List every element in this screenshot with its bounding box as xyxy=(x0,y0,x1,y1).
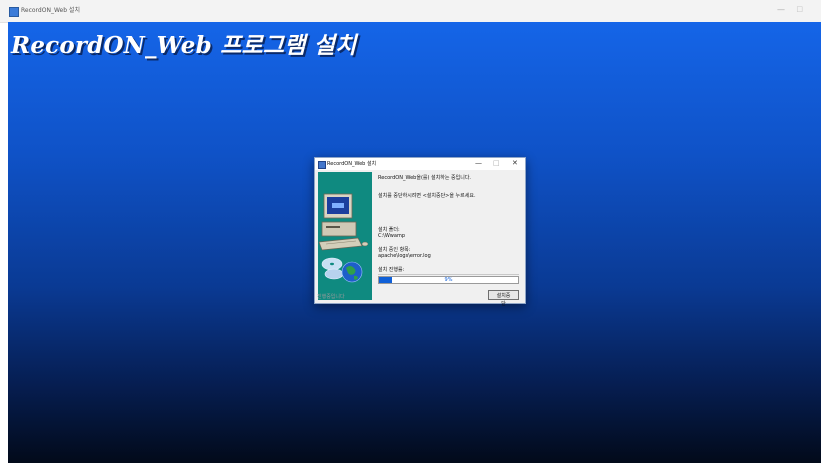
cancel-hint-message: 설치를 중단하시려면 <설치중단>을 누르세요. xyxy=(378,193,476,199)
app-icon xyxy=(9,7,19,17)
status-footer: 진행중입니다 xyxy=(317,294,345,300)
install-progress-bar: 9% xyxy=(378,276,519,284)
progress-label: 설치 진행률: xyxy=(378,267,405,273)
installer-side-panel xyxy=(318,172,372,300)
dialog-minimize-button[interactable]: — xyxy=(475,159,482,168)
window-minimize-button[interactable]: — xyxy=(777,5,785,14)
dialog-app-icon xyxy=(318,161,326,169)
dialog-titlebar: RecordON_Web 설치 — □ ✕ xyxy=(315,158,525,170)
dialog-maximize-button: □ xyxy=(493,159,500,167)
computer-installer-icon xyxy=(318,193,369,283)
dialog-close-button[interactable]: ✕ xyxy=(512,159,518,168)
window-titlebar: RecordON_Web 설치 — □ xyxy=(0,0,821,23)
progress-divider xyxy=(378,274,519,275)
installing-item-value: apache\logs\error.log xyxy=(378,253,431,259)
progress-percent-text: 9% xyxy=(444,277,453,283)
install-status-message: RecordON_Web을(를) 설치하는 중입니다. xyxy=(378,175,472,181)
page-title: RecordON_Web 프로그램 설치 xyxy=(11,32,357,59)
cancel-install-button[interactable]: 설치중단 xyxy=(488,290,519,307)
window-restore-button[interactable]: □ xyxy=(796,5,803,13)
window-title: RecordON_Web 설치 xyxy=(21,7,80,14)
install-folder-value: C:\Wwamp xyxy=(378,233,406,239)
dialog-title: RecordON_Web 설치 xyxy=(327,161,377,167)
install-dialog: RecordON_Web 설치 — □ ✕ RecordON_Web을(를) 설… xyxy=(314,157,526,307)
